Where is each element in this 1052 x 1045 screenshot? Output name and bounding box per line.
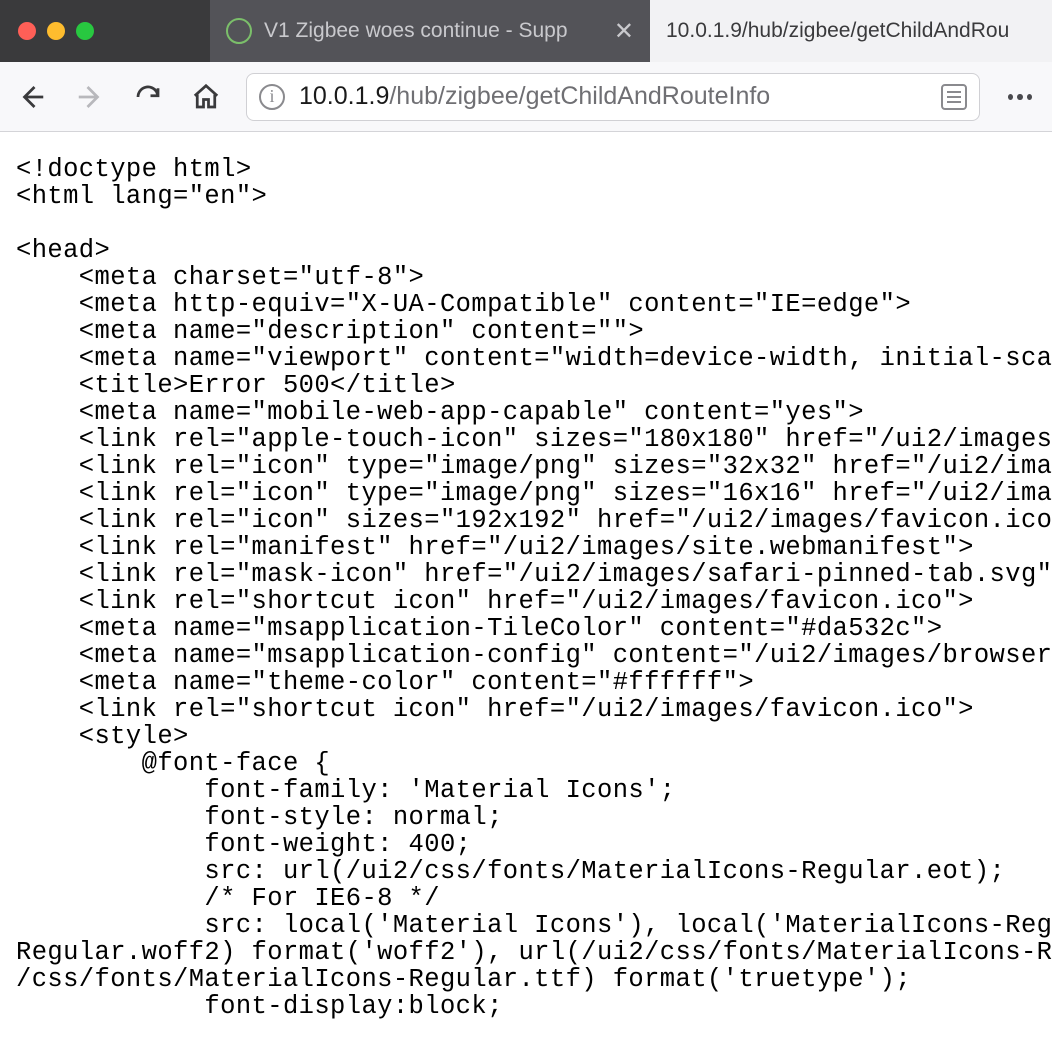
arrow-right-icon: [75, 82, 105, 112]
window-close-button[interactable]: [18, 22, 36, 40]
reload-icon: [133, 82, 163, 112]
address-bar[interactable]: i 10.0.1.9/hub/zigbee/getChildAndRouteIn…: [246, 73, 980, 121]
url-text: 10.0.1.9/hub/zigbee/getChildAndRouteInfo: [299, 82, 927, 111]
browser-tab-inactive[interactable]: V1 Zigbee woes continue - Supp ✕: [210, 0, 650, 62]
home-button[interactable]: [188, 79, 224, 115]
hubitat-favicon-icon: [226, 18, 252, 44]
close-tab-icon[interactable]: ✕: [614, 17, 634, 46]
home-icon: [191, 82, 221, 112]
window-minimize-button[interactable]: [47, 22, 65, 40]
window-maximize-button[interactable]: [76, 22, 94, 40]
tab-strip: V1 Zigbee woes continue - Supp ✕ 10.0.1.…: [210, 0, 1052, 62]
site-info-icon[interactable]: i: [259, 84, 285, 110]
tab-title: 10.0.1.9/hub/zigbee/getChildAndRou: [666, 19, 1009, 43]
back-button[interactable]: [14, 79, 50, 115]
forward-button[interactable]: [72, 79, 108, 115]
reader-mode-icon[interactable]: [941, 84, 967, 110]
overflow-menu-button[interactable]: [1002, 79, 1038, 115]
arrow-left-icon: [17, 82, 47, 112]
traffic-lights: [0, 0, 210, 62]
browser-tab-active[interactable]: 10.0.1.9/hub/zigbee/getChildAndRou: [650, 0, 1052, 62]
dots-icon: [1008, 94, 1013, 100]
window-titlebar: V1 Zigbee woes continue - Supp ✕ 10.0.1.…: [0, 0, 1052, 62]
tab-title: V1 Zigbee woes continue - Supp: [264, 19, 568, 43]
browser-toolbar: i 10.0.1.9/hub/zigbee/getChildAndRouteIn…: [0, 62, 1052, 132]
page-source-view[interactable]: <!doctype html> <html lang="en"> <head> …: [0, 132, 1052, 1045]
reload-button[interactable]: [130, 79, 166, 115]
